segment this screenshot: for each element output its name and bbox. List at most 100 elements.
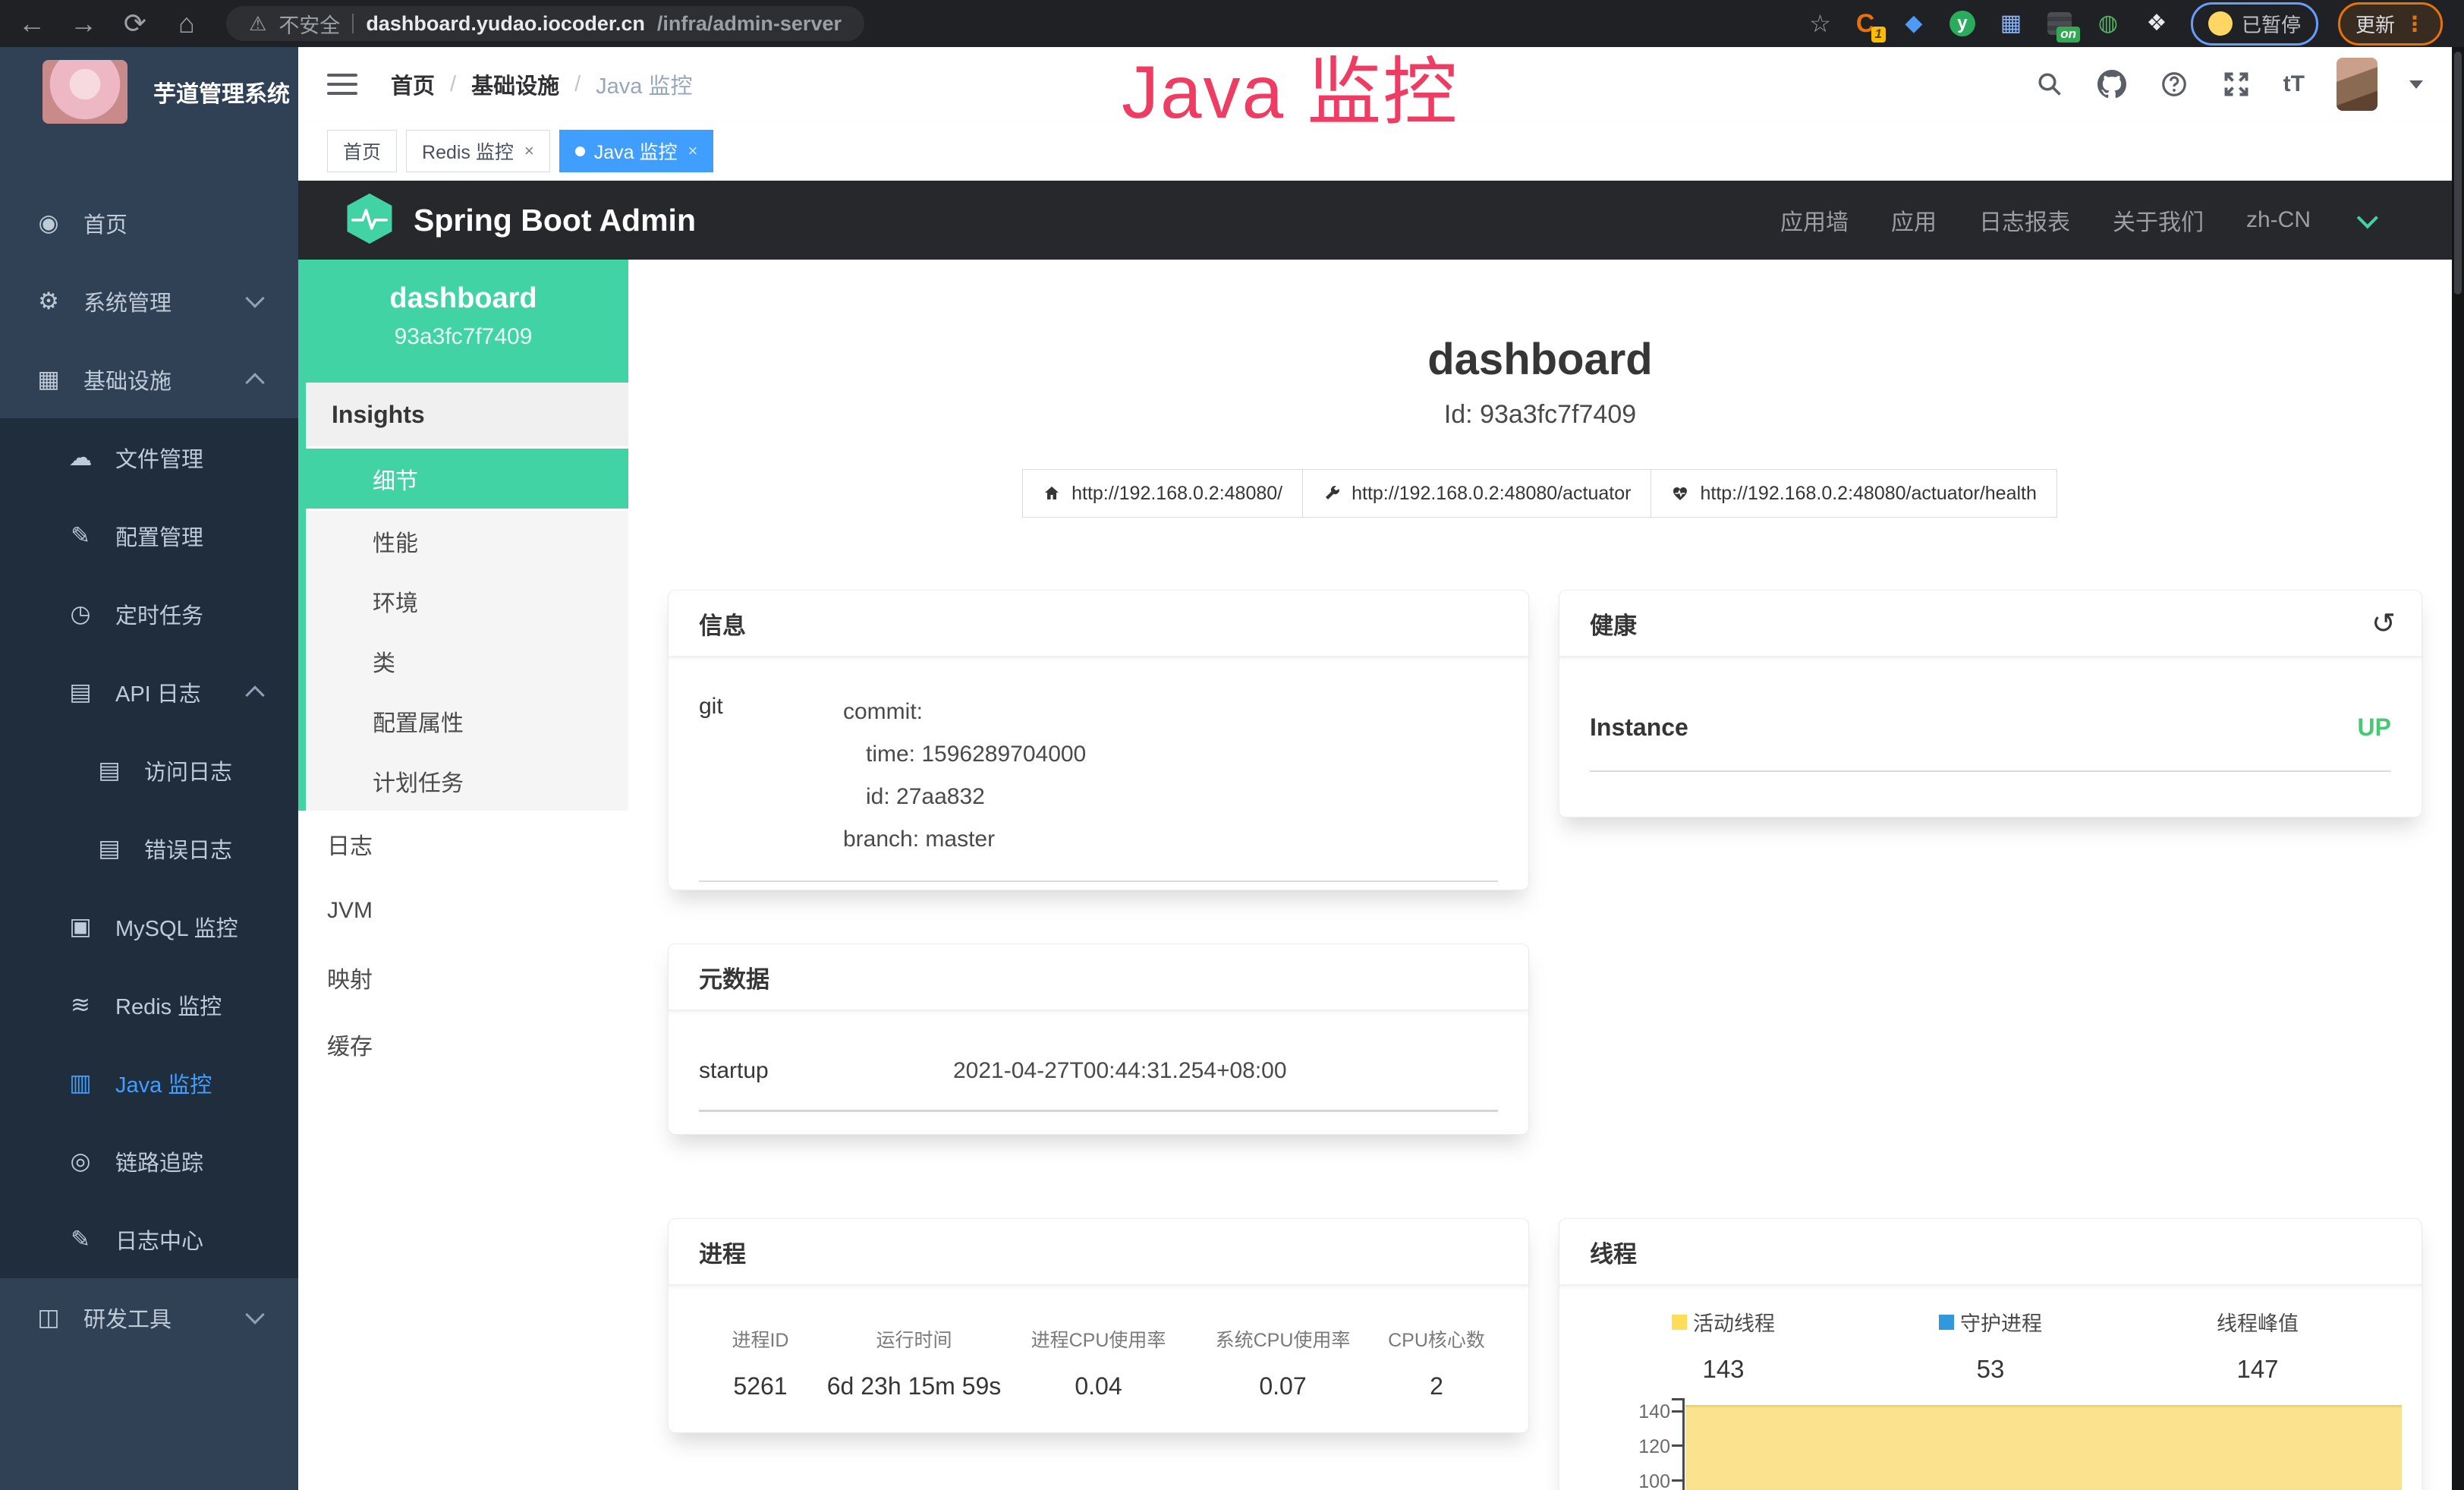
sba-nav-applications[interactable]: 应用 — [1891, 203, 1937, 237]
sba-item-classes[interactable]: 类 — [306, 631, 628, 691]
process-stat-cpu-cores: CPU核心数 2 — [1375, 1325, 1498, 1400]
tab-redis-monitor[interactable]: Redis 监控 × — [406, 130, 550, 172]
health-instance-row[interactable]: Instance UP — [1590, 713, 2391, 772]
sba-item-environment[interactable]: 环境 — [306, 571, 628, 631]
fullscreen-icon[interactable] — [2221, 69, 2252, 99]
topbar-actions: tT — [2034, 58, 2423, 111]
profile-paused-chip[interactable]: 已暂停 — [2191, 2, 2318, 46]
sidebar-item-file-manage[interactable]: ☁ 文件管理 — [0, 418, 298, 496]
github-icon[interactable] — [2097, 69, 2127, 99]
breadcrumb-current: Java 监控 — [596, 68, 692, 100]
user-avatar[interactable] — [2337, 58, 2377, 111]
sidebar-item-scheduled-tasks[interactable]: ◷ 定时任务 — [0, 575, 298, 653]
close-icon[interactable]: × — [524, 141, 534, 161]
java-monitor-icon: ▥ — [64, 1069, 97, 1097]
chrome-update-chip[interactable]: 更新 ⋮ — [2338, 2, 2443, 46]
chevron-down-icon[interactable] — [2357, 207, 2378, 228]
breadcrumb-infrastructure[interactable]: 基础设施 — [471, 68, 559, 100]
sba-item-metrics[interactable]: 性能 — [306, 511, 628, 571]
extensions-puzzle-icon[interactable]: ❖ — [2142, 9, 2171, 38]
tab-home[interactable]: 首页 — [327, 130, 397, 172]
redis-icon: ≋ — [64, 991, 97, 1019]
database-icon: ▣ — [64, 913, 97, 940]
sba-locale-select[interactable]: zh-CN — [2246, 207, 2311, 233]
sidebar-item-system[interactable]: ⚙ 系统管理 — [0, 262, 298, 340]
health-url-link[interactable]: http://192.168.0.2:48080/actuator/health — [1651, 469, 2056, 518]
home-icon[interactable]: ⌂ — [167, 8, 206, 39]
search-icon[interactable] — [2034, 69, 2065, 99]
sba-instance-header[interactable]: dashboard 93a3fc7f7409 — [298, 260, 628, 383]
reload-icon[interactable]: ⟳ — [115, 8, 155, 39]
sidebar-item-redis-monitor[interactable]: ≋ Redis 监控 — [0, 966, 298, 1044]
log-center-icon: ✎ — [64, 1226, 97, 1253]
sidebar-item-trace[interactable]: ◎ 链路追踪 — [0, 1122, 298, 1200]
chevron-up-icon — [245, 685, 264, 704]
sidebar-item-log-center[interactable]: ✎ 日志中心 — [0, 1200, 298, 1278]
info-card-title: 信息 — [669, 591, 1528, 657]
sba-item-mappings[interactable]: 映射 — [298, 944, 628, 1011]
process-stat-uptime: 运行时间 6d 23h 15m 59s — [822, 1325, 1006, 1400]
hamburger-icon[interactable] — [327, 74, 357, 95]
sba-item-logs[interactable]: 日志 — [298, 811, 628, 877]
home-icon — [1043, 484, 1061, 502]
actuator-url-link[interactable]: http://192.168.0.2:48080/actuator — [1302, 469, 1651, 518]
back-icon[interactable]: ← — [12, 8, 52, 39]
sba-nav-about[interactable]: 关于我们 — [2113, 203, 2204, 237]
extension-pin-icon[interactable]: ◆ — [1899, 9, 1928, 38]
sba-item-jvm[interactable]: JVM — [298, 877, 628, 944]
chrome-menu-icon[interactable]: ⋮ — [2404, 11, 2425, 36]
threads-legend: 活动线程 143 守护进程 53 线程峰值 147 — [1590, 1286, 2391, 1384]
sidebar-item-access-logs[interactable]: ▤ 访问日志 — [0, 731, 298, 809]
timer-icon: ◷ — [64, 600, 97, 628]
sidebar-item-infrastructure[interactable]: ▦ 基础设施 — [0, 340, 298, 418]
sidebar-item-api-logs[interactable]: ▤ API 日志 — [0, 653, 298, 731]
address-bar[interactable]: ⚠ 不安全 dashboard.yudao.iocoder.cn/infra/a… — [226, 6, 864, 41]
app-title: 芋道管理系统 — [153, 75, 290, 109]
close-icon[interactable]: × — [688, 141, 698, 161]
sidebar-item-dev-tools[interactable]: ◫ 研发工具 — [0, 1278, 298, 1356]
sba-nav-journal[interactable]: 日志报表 — [1979, 203, 2070, 237]
sidebar-item-java-monitor[interactable]: ▥ Java 监控 — [0, 1044, 298, 1122]
extension-search-icon[interactable]: ◍ — [2094, 9, 2123, 38]
sba-item-details[interactable]: 细节 — [306, 449, 628, 511]
app-logo-row: 芋道管理系统 — [0, 47, 298, 137]
bookmark-star-icon[interactable]: ☆ — [1809, 9, 1831, 38]
breadcrumb-home[interactable]: 首页 — [391, 68, 435, 100]
sba-logo-icon — [345, 192, 394, 249]
browser-toolbar-right: ☆ C 1 ◆ y ▦ on ◍ ❖ 已暂停 更新 ⋮ — [1809, 0, 2443, 47]
sba-nav-wallboard[interactable]: 应用墙 — [1780, 203, 1849, 237]
wrench-icon — [1323, 484, 1341, 502]
service-url-link[interactable]: http://192.168.0.2:48080/ — [1022, 469, 1303, 518]
infrastructure-icon: ▦ — [32, 366, 65, 393]
sidebar-item-config-manage[interactable]: ✎ 配置管理 — [0, 496, 298, 575]
browser-scrollbar[interactable] — [2452, 47, 2464, 1490]
sba-item-config-props[interactable]: 配置属性 — [306, 691, 628, 751]
extension-grid-icon[interactable]: ▦ — [1997, 9, 2025, 38]
forward-icon[interactable]: → — [64, 8, 103, 39]
avatar-caret-icon[interactable] — [2409, 80, 2423, 89]
tab-java-monitor[interactable]: Java 监控 × — [559, 130, 714, 172]
extension-colorzilla-icon[interactable]: C 1 — [1851, 9, 1880, 38]
history-icon[interactable]: ↺ — [2371, 606, 2396, 641]
process-card-title: 进程 — [669, 1219, 1528, 1286]
info-card: 信息 git commit: time: 1596289704000 id: 2… — [668, 590, 1529, 890]
threads-card: 线程 活动线程 143 守护进程 53 线程峰值 147 — [1559, 1218, 2422, 1490]
sba-item-caches[interactable]: 缓存 — [298, 1011, 628, 1078]
sidebar-item-home[interactable]: ◉ 首页 — [0, 184, 298, 262]
sidebar-item-error-logs[interactable]: ▤ 错误日志 — [0, 809, 298, 887]
text-size-icon[interactable]: tT — [2283, 71, 2305, 97]
help-icon[interactable] — [2159, 69, 2189, 99]
url-path: /infra/admin-server — [657, 12, 842, 36]
scrollbar-thumb[interactable] — [2454, 52, 2462, 295]
sba-main: dashboard Id: 93a3fc7f7409 http://192.16… — [628, 260, 2452, 1490]
extension-yuque-icon[interactable]: y — [1948, 9, 1977, 38]
sidebar-item-mysql-monitor[interactable]: ▣ MySQL 监控 — [0, 887, 298, 966]
extension-switch-icon[interactable]: on — [2045, 9, 2074, 38]
git-label: git — [699, 691, 843, 861]
process-card: 进程 进程ID 5261 运行时间 6d 23h 15m 59s 进程CPU使用… — [668, 1218, 1529, 1433]
sba-item-scheduled-tasks[interactable]: 计划任务 — [306, 751, 628, 811]
edit-icon: ✎ — [64, 522, 97, 550]
infrastructure-submenu: ☁ 文件管理 ✎ 配置管理 ◷ 定时任务 ▤ API 日志 ▤ 访问日志 — [0, 418, 298, 1278]
not-secure-label: 不安全 — [278, 9, 340, 39]
profile-avatar-emoji — [2208, 11, 2233, 36]
